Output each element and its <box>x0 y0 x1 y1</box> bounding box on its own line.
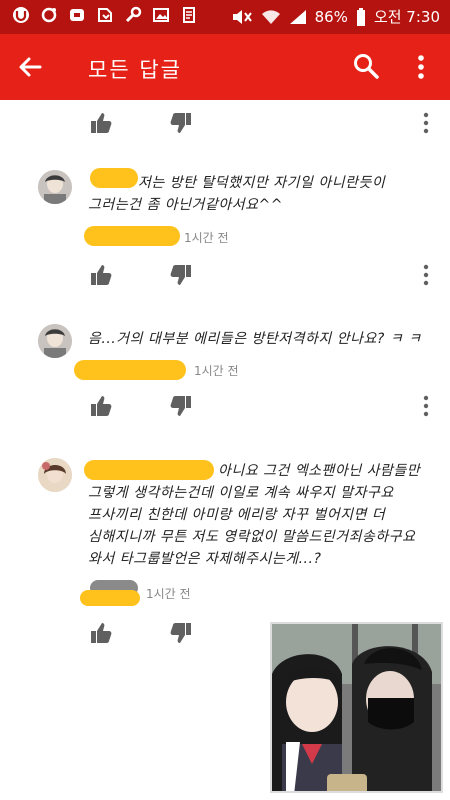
document-icon <box>180 6 198 24</box>
thumb-up-icon[interactable] <box>90 622 112 644</box>
status-bar: 86% 오전 7:30 <box>0 0 450 34</box>
search-icon[interactable] <box>353 53 379 79</box>
comment: 아니요 그건 엑소팬아닌 사람들만 그렇게 생각하는건데 이일로 계속 싸우지 … <box>0 456 450 606</box>
comment-time: 1시간 전 <box>194 363 239 378</box>
page-title: 모든 답글 <box>88 58 182 82</box>
comment-text: 그렇게 생각하는건데 이일로 계속 싸우지 말자구요 <box>88 485 394 501</box>
inset-photo <box>270 622 443 793</box>
circle-icon <box>40 6 58 24</box>
clock: 오전 7:30 <box>373 8 440 26</box>
thumb-down-icon[interactable] <box>170 622 192 644</box>
thumb-up-icon[interactable] <box>90 264 112 286</box>
avatar[interactable] <box>38 324 72 358</box>
avatar[interactable] <box>38 170 72 204</box>
comment-actions <box>0 110 450 140</box>
wifi-icon <box>261 9 281 25</box>
highlight-mark <box>80 590 140 606</box>
comment: 저는 방탄 탈덕했지만 자기일 아니란듯이 그러는건 좀 아닌거같아서요^^ 1… <box>0 168 450 258</box>
thumb-down-icon[interactable] <box>170 395 192 417</box>
more-options-icon[interactable] <box>421 262 431 288</box>
comment-text: 심해지니까 무튼 저도 영락없이 말씀드린거죄송하구요 <box>88 529 416 545</box>
comment: 음...거의 대부분 에리들은 방탄저격하지 안나요? ㅋ ㅋ 1시간 전 <box>0 322 450 382</box>
wrench-icon <box>124 6 142 24</box>
battery-percent: 86% <box>314 7 348 26</box>
comment-text: 그러는건 좀 아닌거같아서요^^ <box>88 197 283 213</box>
image-icon <box>152 6 170 24</box>
overflow-menu-icon[interactable] <box>414 54 428 80</box>
chat-icon <box>68 6 86 24</box>
app-bar: 모든 답글 <box>0 34 450 100</box>
highlight-mark <box>84 226 180 246</box>
comment-text: 프사끼리 친한데 아미랑 에리랑 자꾸 벌어지면 더 <box>88 507 386 523</box>
avatar[interactable] <box>38 458 72 492</box>
thumb-down-icon[interactable] <box>170 264 192 286</box>
thumb-up-icon[interactable] <box>90 395 112 417</box>
comment-text: 음...거의 대부분 에리들은 방탄저격하지 안나요? ㅋ ㅋ <box>88 331 422 347</box>
comment-text: 와서 타그룹발언은 자제해주시는게...? <box>88 551 322 567</box>
more-options-icon[interactable] <box>421 110 431 136</box>
comment-text: 아니요 그건 엑소팬아닌 사람들만 <box>218 463 421 479</box>
comment-text: 저는 방탄 탈덕했지만 자기일 아니란듯이 <box>138 175 386 191</box>
comment-time: 1시간 전 <box>184 230 229 245</box>
signal-icon <box>289 9 307 25</box>
thumb-down-icon[interactable] <box>170 112 192 134</box>
battery-icon <box>356 7 366 26</box>
comment-actions <box>0 262 450 292</box>
app-icon <box>12 6 30 24</box>
highlight-mark <box>74 360 186 380</box>
share-icon <box>96 6 114 24</box>
comment-actions <box>0 393 450 423</box>
back-arrow-icon[interactable] <box>16 53 44 81</box>
more-options-icon[interactable] <box>421 393 431 419</box>
comment-time: 1시간 전 <box>146 586 191 601</box>
thumb-up-icon[interactable] <box>90 112 112 134</box>
mute-icon <box>231 9 253 25</box>
